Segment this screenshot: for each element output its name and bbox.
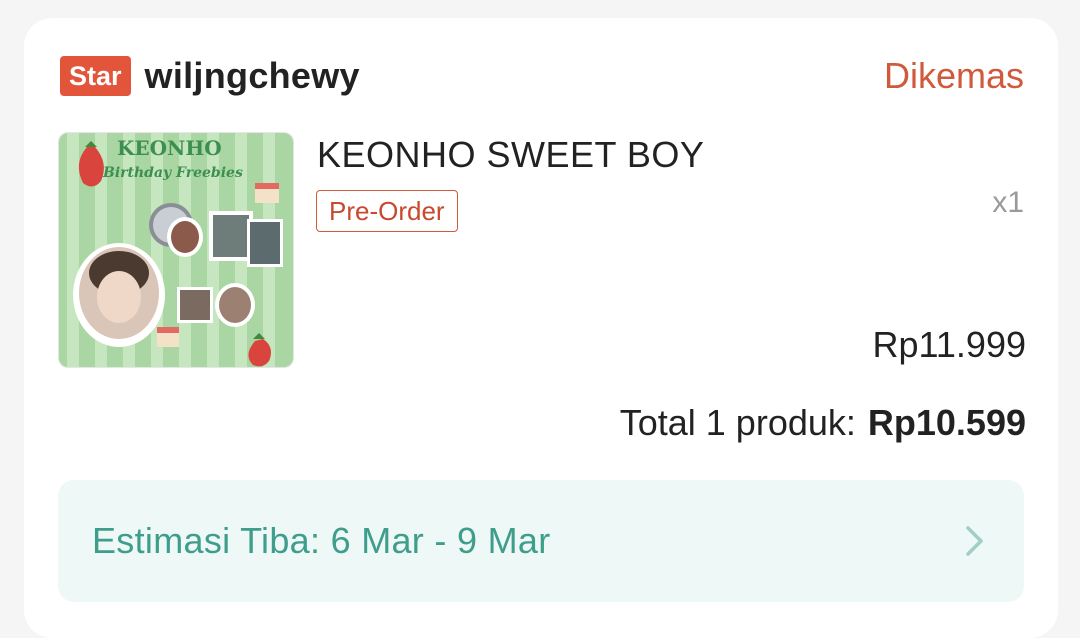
total-label: Total 1 produk: [619,402,856,443]
delivery-estimate-text: Estimasi Tiba: 6 Mar - 9 Mar [92,520,551,561]
product-title[interactable]: KEONHO SWEET BOY [317,134,704,176]
order-total: Total 1 produk: Rp10.599 [620,402,1026,444]
preorder-tag: Pre-Order [316,190,458,232]
product-price: Rp11.999 [872,324,1026,365]
star-badge: Star [60,56,131,96]
chevron-right-icon [966,526,983,556]
order-status: Dikemas [883,55,1024,96]
total-amount: Rp10.599 [867,402,1026,443]
shop-header[interactable]: Star wiljngchewy Dikemas [60,55,1024,97]
image-title: KEONHO [117,136,222,160]
order-card[interactable]: Star wiljngchewy Dikemas KEONHO Birthday… [24,18,1058,638]
image-subtitle: Birthday Freebies [102,165,243,181]
shop-name[interactable]: wiljngchewy [145,55,360,97]
product-image: KEONHO Birthday Freebies [59,133,293,367]
product-thumbnail[interactable]: KEONHO Birthday Freebies [58,132,294,368]
delivery-estimate-button[interactable]: Estimasi Tiba: 6 Mar - 9 Mar [58,480,1024,602]
product-quantity: x1 [992,186,1024,219]
